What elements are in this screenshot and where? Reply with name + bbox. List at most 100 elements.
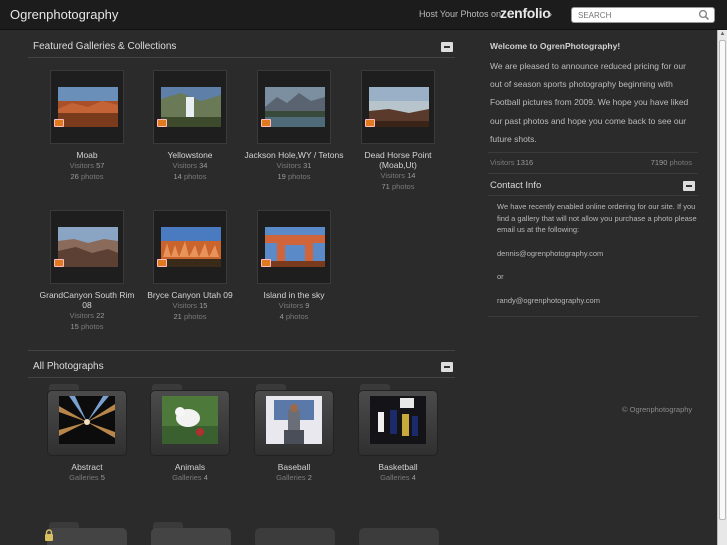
group-title[interactable]: Abstract xyxy=(37,462,137,472)
gallery-photo xyxy=(58,87,118,127)
gallery-badge-icon xyxy=(261,119,271,127)
photos-count: 19 xyxy=(277,172,286,181)
visitors-count: 14 xyxy=(407,171,416,180)
photos-label: photos xyxy=(391,182,415,191)
collapse-contact-button[interactable] xyxy=(683,181,695,191)
galleries-label: Galleries xyxy=(69,473,99,482)
gallery-tile[interactable]: Jackson Hole,WY / Tetons Visitors 31 19 … xyxy=(244,70,344,182)
gallery-badge-icon xyxy=(157,259,167,267)
search-input[interactable] xyxy=(578,10,696,21)
collapse-all-photos-button[interactable] xyxy=(441,362,453,372)
gallery-title[interactable]: Moab xyxy=(37,150,137,160)
email-link[interactable]: dennis@ogrenphotography.com xyxy=(497,248,697,260)
contact-message: We have recently enabled online ordering… xyxy=(497,202,697,235)
folder-icon[interactable] xyxy=(358,384,438,456)
galleries-count: 2 xyxy=(307,473,312,482)
group-photo xyxy=(162,396,218,444)
group-photo xyxy=(370,396,426,444)
gallery-thumbnail[interactable] xyxy=(257,70,331,144)
gallery-thumbnail[interactable] xyxy=(257,210,331,284)
gallery-badge-icon xyxy=(54,259,64,267)
lock-icon xyxy=(45,529,53,541)
gallery-tile[interactable]: Island in the sky Visitors 9 4 photos xyxy=(244,210,344,322)
gallery-tile[interactable]: Moab Visitors 57 26 photos xyxy=(37,70,137,182)
gallery-badge-icon xyxy=(365,119,375,127)
gallery-tile[interactable]: Yellowstone Visitors 34 14 photos xyxy=(140,70,240,182)
gallery-thumbnail[interactable] xyxy=(50,70,124,144)
gallery-photo xyxy=(265,87,325,127)
visitors-label: Visitors xyxy=(69,161,94,170)
top-bar: Ogrenphotography Host Your Photos on zen… xyxy=(0,0,727,30)
group-title[interactable]: Basketball xyxy=(348,462,448,472)
site-title[interactable]: Ogrenphotography xyxy=(10,7,118,22)
visitors-label: Visitors xyxy=(69,311,94,320)
hosted-text[interactable]: Host Your Photos on xyxy=(419,9,501,19)
divider xyxy=(28,350,455,351)
photo-group-folder[interactable] xyxy=(359,528,439,545)
photos-count: 21 xyxy=(173,312,182,321)
group-title[interactable]: Baseball xyxy=(244,462,344,472)
gallery-title[interactable]: Island in the sky xyxy=(244,290,344,300)
gallery-thumbnail[interactable] xyxy=(361,70,435,144)
photos-count: 71 xyxy=(381,182,390,191)
photo-group-folder[interactable] xyxy=(45,522,127,545)
copyright: © Ogrenphotography xyxy=(622,405,693,414)
scrollbar[interactable]: ▲ xyxy=(717,30,727,545)
site-stats: Visitors 1316 7190 photos xyxy=(490,158,698,167)
gallery-tile[interactable]: Dead Horse Point (Moab,Ut) Visitors 14 7… xyxy=(348,70,448,192)
collapse-featured-button[interactable] xyxy=(441,42,453,52)
gallery-badge-icon xyxy=(157,119,167,127)
photos-label: photos xyxy=(285,312,309,321)
gallery-badge-icon xyxy=(261,259,271,267)
photo-group-folder[interactable]: Baseball Galleries 2 xyxy=(244,384,344,483)
scroll-up-icon[interactable]: ▲ xyxy=(718,30,727,39)
photos-count: 15 xyxy=(70,322,79,331)
galleries-label: Galleries xyxy=(380,473,410,482)
visitors-count: 22 xyxy=(96,311,105,320)
email-link[interactable]: randy@ogrenphotography.com xyxy=(497,295,697,307)
galleries-count: 5 xyxy=(100,473,105,482)
visitors-count: 9 xyxy=(305,301,310,310)
zenfolio-logo[interactable]: zenfolio xyxy=(500,5,551,21)
gallery-title[interactable]: GrandCanyon South Rim 08 xyxy=(37,290,137,310)
gallery-photo xyxy=(161,227,221,267)
gallery-photo xyxy=(161,87,221,127)
folder-icon[interactable] xyxy=(150,384,230,456)
photos-label: photos xyxy=(80,322,104,331)
divider xyxy=(28,57,455,58)
gallery-thumbnail[interactable] xyxy=(50,210,124,284)
folder-icon[interactable] xyxy=(254,384,334,456)
group-photo xyxy=(266,396,322,444)
galleries-label: Galleries xyxy=(172,473,202,482)
gallery-title[interactable]: Bryce Canyon Utah 09 xyxy=(140,290,240,300)
visitors-label: Visitors xyxy=(278,301,304,310)
group-photo xyxy=(59,396,115,444)
photo-group-folder[interactable] xyxy=(255,528,335,545)
scroll-thumb[interactable] xyxy=(719,40,726,520)
search-icon[interactable] xyxy=(698,9,710,21)
gallery-photo xyxy=(58,227,118,267)
folder-icon[interactable] xyxy=(47,384,127,456)
visitors-label: Visitors xyxy=(172,301,197,310)
photos-label: photos xyxy=(183,312,207,321)
galleries-label: Galleries xyxy=(276,473,306,482)
gallery-thumbnail[interactable] xyxy=(153,210,227,284)
photos-count: 7190 xyxy=(650,158,668,167)
visitors-label: Visitors xyxy=(380,171,405,180)
photo-group-folder[interactable]: Abstract Galleries 5 xyxy=(37,384,137,483)
photo-group-folder[interactable] xyxy=(151,522,231,545)
gallery-thumbnail[interactable] xyxy=(153,70,227,144)
visitors-label: Visitors xyxy=(490,158,515,167)
gallery-title[interactable]: Dead Horse Point (Moab,Ut) xyxy=(348,150,448,170)
photo-group-folder[interactable]: Basketball Galleries 4 xyxy=(348,384,448,483)
gallery-tile[interactable]: GrandCanyon South Rim 08 Visitors 22 15 … xyxy=(37,210,137,332)
galleries-count: 4 xyxy=(203,473,208,482)
gallery-title[interactable]: Yellowstone xyxy=(140,150,240,160)
group-title[interactable]: Animals xyxy=(140,462,240,472)
visitors-count: 1316 xyxy=(516,158,534,167)
photo-group-folder[interactable]: Animals Galleries 4 xyxy=(140,384,240,483)
gallery-tile[interactable]: Bryce Canyon Utah 09 Visitors 15 21 phot… xyxy=(140,210,240,322)
gallery-title[interactable]: Jackson Hole,WY / Tetons xyxy=(244,150,344,160)
visitors-label: Visitors xyxy=(276,161,301,170)
or-text: or xyxy=(497,272,504,282)
